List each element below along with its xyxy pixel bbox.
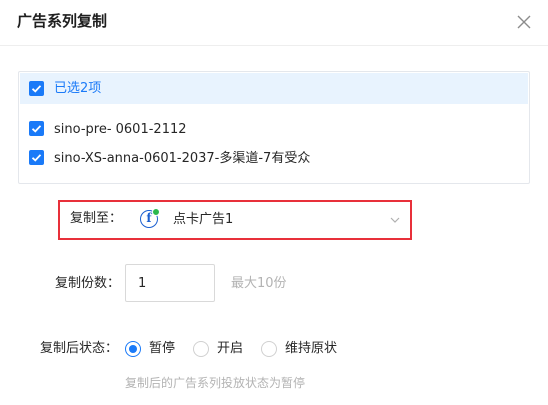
copies-label: 复制份数： [55,276,121,291]
destination-label: 复制至： [70,211,123,226]
item-checkbox[interactable] [29,150,44,165]
dialog-header: 广告系列复制 [0,0,548,46]
close-icon[interactable] [513,11,535,33]
status-dot-icon [152,208,160,216]
selected-items-box: 已选2项 sino-pre- 0601-2112 sino-XS-anna-06… [18,71,530,184]
list-item: sino-pre- 0601-2112 [20,118,520,140]
item-label: sino-pre- 0601-2112 [54,122,187,137]
state-hint: 复制后的广告系列投放状态为暂停 [125,376,306,390]
selected-count-label: 已选2项 [54,81,102,96]
copy-campaign-dialog: 广告系列复制 已选2项 sino-pre- 0601-2112 sino-XS-… [0,0,548,405]
selected-count-header: 已选2项 [20,73,528,104]
select-all-checkbox[interactable] [29,81,44,96]
list-item: sino-XS-anna-0601-2037-多渠道-7有受众 [20,147,520,169]
radio-label: 开启 [217,341,244,356]
item-checkbox[interactable] [29,121,44,136]
radio-circle [261,341,277,357]
destination-value: 点卡广告1 [173,212,234,227]
dialog-title: 广告系列复制 [17,12,108,30]
copies-input[interactable] [125,264,215,302]
chevron-down-icon [390,217,400,223]
item-label: sino-XS-anna-0601-2037-多渠道-7有受众 [54,151,311,166]
state-label: 复制后状态： [40,341,119,356]
radio-circle [193,341,209,357]
radio-circle [125,341,141,357]
radio-label: 暂停 [149,341,176,356]
copies-hint: 最大10份 [231,276,287,291]
destination-select[interactable]: f 点卡广告1 [138,205,406,235]
radio-label: 维持原状 [285,341,338,356]
